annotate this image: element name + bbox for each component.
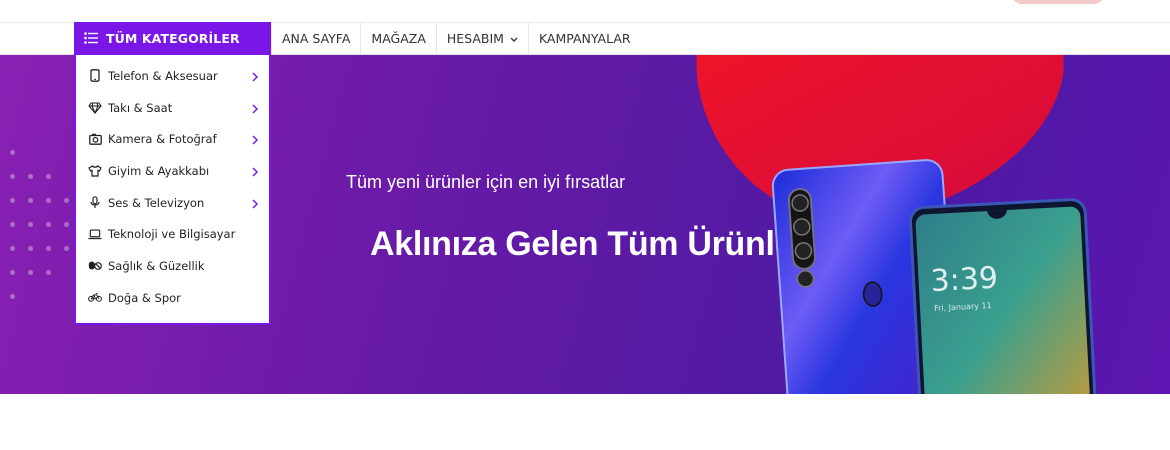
categories-dropdown: Telefon & Aksesuar Takı & Saat Kamera & … <box>74 55 271 325</box>
menu-item-home[interactable]: ANA SAYFA <box>271 22 360 55</box>
camera-icon <box>88 132 102 146</box>
category-label: Kamera & Fotoğraf <box>108 132 217 147</box>
all-categories-label: TÜM KATEGORİLER <box>106 31 240 46</box>
category-item-technology[interactable]: Teknoloji ve Bilgisayar <box>76 218 269 250</box>
tshirt-icon <box>88 164 102 178</box>
category-item-audio-tv[interactable]: Ses & Televizyon <box>76 187 269 219</box>
chevron-down-icon <box>510 31 518 46</box>
hero-title: Aklınıza Gelen Tüm Ürünler <box>370 225 807 263</box>
main-menu: ANA SAYFA MAĞAZA HESABIM KAMPANYALAR <box>271 22 641 55</box>
menu-item-store[interactable]: MAĞAZA <box>360 22 435 55</box>
category-label: Giyim & Ayakkabı <box>108 163 210 178</box>
microphone-icon <box>88 196 102 210</box>
all-categories-button[interactable]: TÜM KATEGORİLER <box>74 22 271 55</box>
menu-item-account[interactable]: HESABIM <box>435 22 528 55</box>
header-accent-shape <box>1012 0 1104 4</box>
menu-item-label: KAMPANYALAR <box>538 31 631 46</box>
category-label: Teknoloji ve Bilgisayar <box>108 227 236 242</box>
diamond-icon <box>88 101 102 115</box>
top-header <box>0 0 1170 22</box>
bicycle-icon <box>88 291 102 305</box>
hero-subtitle: Tüm yeni ürünler için en iyi fırsatlar <box>346 172 626 192</box>
chevron-right-icon <box>251 198 259 209</box>
menu-item-label: MAĞAZA <box>371 31 426 46</box>
category-label: Sağlık & Güzellik <box>108 258 205 273</box>
category-label: Ses & Televizyon <box>108 195 205 210</box>
page: TÜM KATEGORİLER ANA SAYFA MAĞAZA HESABIM… <box>0 0 1170 450</box>
menu-item-label: ANA SAYFA <box>282 31 351 46</box>
pills-icon <box>88 259 102 273</box>
category-item-health[interactable]: Sağlık & Güzellik <box>76 250 269 282</box>
chevron-right-icon <box>251 134 259 145</box>
menu-item-campaigns[interactable]: KAMPANYALAR <box>527 22 641 55</box>
category-label: Takı & Saat <box>108 100 173 115</box>
category-item-camera[interactable]: Kamera & Fotoğraf <box>76 123 269 155</box>
laptop-icon <box>88 227 102 241</box>
list-icon <box>84 29 98 48</box>
smartphones-image: 3:39 Fri, January 11 <box>771 159 1097 394</box>
category-label: Doğa & Spor <box>108 290 181 305</box>
svg-text:3:39: 3:39 <box>930 261 999 299</box>
chevron-right-icon <box>251 103 259 114</box>
category-label: Telefon & Aksesuar <box>108 68 218 83</box>
menu-item-label: HESABIM <box>446 31 504 46</box>
chevron-right-icon <box>251 166 259 177</box>
phone-icon <box>88 69 102 83</box>
category-item-clothing[interactable]: Giyim & Ayakkabı <box>76 155 269 187</box>
chevron-right-icon <box>251 71 259 82</box>
category-item-phone[interactable]: Telefon & Aksesuar <box>76 60 269 92</box>
category-item-sports[interactable]: Doğa & Spor <box>76 282 269 314</box>
category-item-jewelry[interactable]: Takı & Saat <box>76 92 269 124</box>
